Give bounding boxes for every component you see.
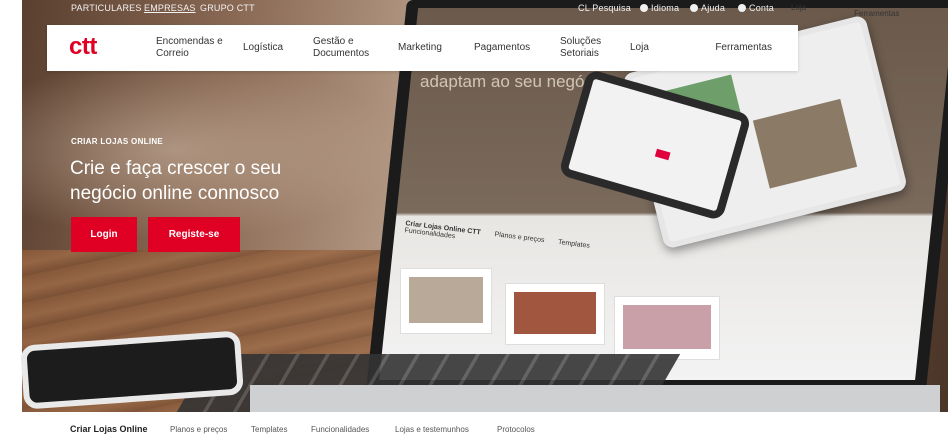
- screen-template-card: [614, 296, 720, 360]
- subnav-item-criar-lojas[interactable]: Criar Lojas Online: [70, 424, 148, 434]
- sub-navigation: Criar Lojas Online Planos e preços Templ…: [0, 412, 948, 446]
- link-particulares[interactable]: PARTICULARES: [71, 3, 142, 13]
- phone-red-button: [654, 148, 671, 161]
- register-button[interactable]: Registe-se: [148, 217, 240, 252]
- nav-item-label: Ferramentas: [715, 42, 772, 53]
- dropdown-label-ferramentas: Ferramentas: [854, 9, 900, 18]
- ctt-logo[interactable]: ctt: [69, 33, 97, 61]
- tablet-photo: [752, 98, 858, 189]
- language-link[interactable]: Idioma: [640, 3, 679, 13]
- nav-item-ferramentas[interactable]: Ferramentas: [715, 25, 772, 71]
- help-icon: [690, 4, 698, 12]
- hero-headline: Crie e faça crescer o seu negócio online…: [70, 158, 282, 204]
- screen-template-card: [400, 268, 492, 334]
- subnav-item-lojas-testemunhos[interactable]: Lojas e testemunhos: [395, 425, 469, 434]
- globe-icon: [640, 4, 648, 12]
- language-label: Idioma: [651, 3, 680, 13]
- main-navigation: ctt Encomendas e Correio Logística Gestã…: [47, 25, 798, 71]
- nav-item-solucoes[interactable]: Soluções Setoriais: [560, 25, 606, 71]
- nav-item-label: Loja: [630, 42, 649, 53]
- hero-eyebrow: CRIAR LOJAS ONLINE: [71, 137, 164, 146]
- link-grupo-ctt[interactable]: GRUPO CTT: [200, 3, 255, 13]
- subnav-item-planos[interactable]: Planos e preços: [170, 425, 227, 434]
- search-label: Pesquisa: [592, 3, 631, 13]
- nav-item-marketing[interactable]: Marketing: [398, 25, 442, 71]
- help-label: Ajuda: [701, 3, 726, 13]
- nav-item-label: Logística: [243, 42, 284, 53]
- login-button[interactable]: Login: [71, 217, 137, 252]
- nav-item-label: Encomendas e Correio: [156, 36, 223, 59]
- nav-item-label: Soluções Setoriais: [560, 36, 602, 59]
- template-thumbnail: [514, 292, 596, 334]
- search-link[interactable]: CL Pesquisa: [578, 3, 631, 13]
- nav-item-logistica[interactable]: Logística: [243, 25, 283, 71]
- template-thumbnail: [623, 305, 711, 349]
- account-link[interactable]: Conta: [738, 3, 774, 13]
- subnav-item-templates[interactable]: Templates: [251, 425, 287, 434]
- nav-item-pagamentos[interactable]: Pagamentos: [474, 25, 530, 71]
- account-label: Conta: [749, 3, 775, 13]
- background-blur: [22, 60, 402, 240]
- user-icon: [738, 4, 746, 12]
- screen-template-card: [505, 283, 605, 345]
- nav-item-loja[interactable]: Loja: [630, 25, 649, 71]
- screen-tagline: adaptam ao seu negócio: [420, 72, 607, 91]
- subnav-item-protocolos[interactable]: Protocolos: [497, 425, 535, 434]
- nav-item-label: Gestão e Documentos: [313, 36, 370, 59]
- subnav-item-funcionalidades[interactable]: Funcionalidades: [311, 425, 369, 434]
- template-thumbnail: [409, 277, 483, 323]
- nav-item-label: Marketing: [398, 42, 442, 53]
- dropdown-label-loja: Loja: [791, 3, 807, 12]
- link-empresas[interactable]: EMPRESAS: [144, 3, 196, 13]
- nav-item-gestao[interactable]: Gestão e Documentos: [313, 25, 375, 71]
- search-prefix: CL: [578, 3, 590, 13]
- laptop-base: [250, 385, 940, 412]
- utility-bar: PARTICULARES EMPRESAS GRUPO CTT CL Pesqu…: [0, 0, 948, 24]
- nav-item-label: Pagamentos: [474, 42, 531, 53]
- nav-item-encomendas[interactable]: Encomendas e Correio: [156, 25, 226, 71]
- help-link[interactable]: Ajuda: [690, 3, 725, 13]
